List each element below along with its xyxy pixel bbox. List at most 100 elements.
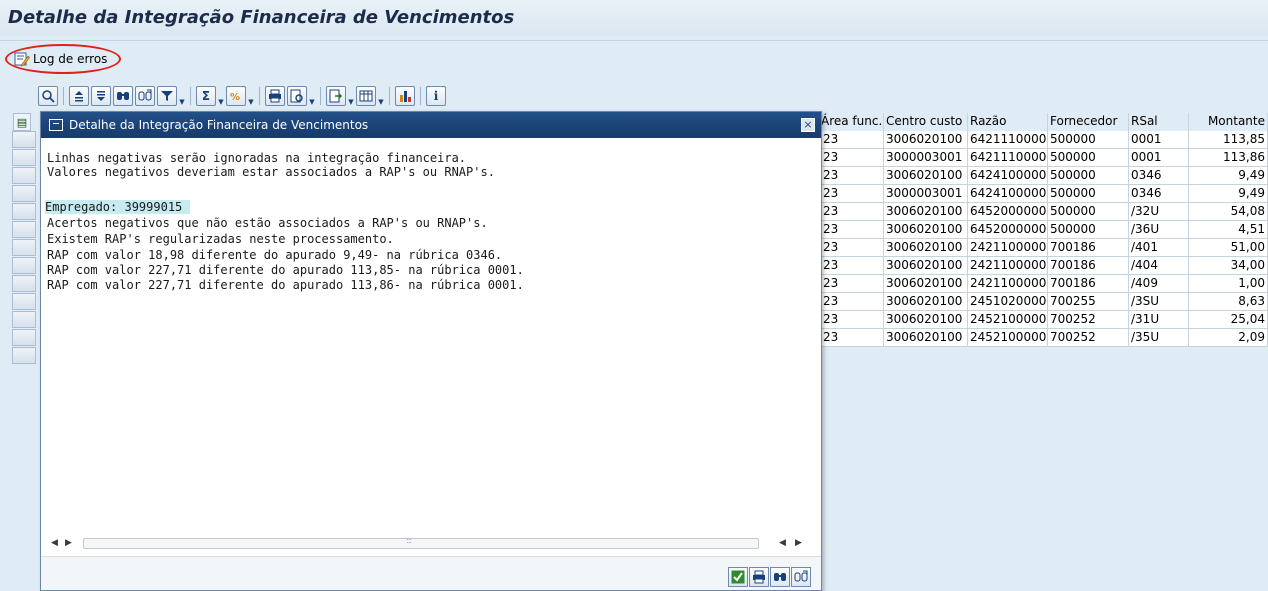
find-icon[interactable] — [770, 567, 790, 587]
table-cell[interactable]: 23 — [821, 167, 884, 185]
table-cell[interactable]: 9,49 — [1189, 185, 1268, 203]
table-cell[interactable]: 0346 — [1129, 167, 1189, 185]
table-cell[interactable]: /404 — [1129, 257, 1189, 275]
table-cell[interactable]: 500000 — [1048, 203, 1129, 221]
row-selector[interactable] — [12, 329, 36, 346]
table-cell[interactable]: 6421110000 — [968, 149, 1048, 167]
column-header[interactable]: Montante — [1189, 113, 1268, 131]
column-header[interactable]: Razão — [968, 113, 1048, 131]
table-cell[interactable]: 51,00 — [1189, 239, 1268, 257]
table-cell[interactable]: 54,08 — [1189, 203, 1268, 221]
row-selector[interactable] — [12, 221, 36, 238]
table-cell[interactable]: 3006020100 — [884, 329, 968, 347]
layout-icon[interactable] — [356, 86, 376, 106]
table-row[interactable]: 23 3006020100 2421100000 700186/404 34,00 — [821, 257, 1268, 275]
table-cell[interactable]: 3006020100 — [884, 239, 968, 257]
table-cell[interactable]: 23 — [821, 185, 884, 203]
table-row[interactable]: 23 3000003001 6424100000 500000 0346 9,49 — [821, 185, 1268, 203]
table-row[interactable]: 23 3006020100 2451020000 700255/3SU 8,63 — [821, 293, 1268, 311]
table-cell[interactable]: 23 — [821, 257, 884, 275]
table-cell[interactable]: 8,63 — [1189, 293, 1268, 311]
horizontal-scrollbar[interactable]: ◀ ▶ ::: ◀ ▶ — [45, 536, 817, 552]
scroll-right-icon[interactable]: ▶ — [65, 538, 72, 548]
table-cell[interactable]: /36U — [1129, 221, 1189, 239]
table-cell[interactable]: 2,09 — [1189, 329, 1268, 347]
table-row[interactable]: 23 3006020100 6421110000 500000 0001 113,85 — [821, 131, 1268, 149]
table-cell[interactable]: 23 — [821, 239, 884, 257]
filter-icon[interactable] — [157, 86, 177, 106]
table-cell[interactable]: 500000 — [1048, 185, 1129, 203]
row-selector[interactable] — [12, 185, 36, 202]
table-cell[interactable]: 113,85 — [1189, 131, 1268, 149]
sum-icon[interactable]: Σ — [196, 86, 216, 106]
table-cell[interactable]: /32U — [1129, 203, 1189, 221]
column-header[interactable]: Fornecedor — [1048, 113, 1129, 131]
table-cell[interactable]: 500000 — [1048, 131, 1129, 149]
table-cell[interactable]: 3006020100 — [884, 311, 968, 329]
info-icon[interactable]: i — [426, 86, 446, 106]
row-selector[interactable] — [12, 203, 36, 220]
table-cell[interactable]: 1,00 — [1189, 275, 1268, 293]
row-selector[interactable] — [12, 167, 36, 184]
find-next-icon[interactable] — [791, 567, 811, 587]
table-cell[interactable]: 23 — [821, 149, 884, 167]
table-cell[interactable]: 700252 — [1048, 329, 1129, 347]
graphic-icon[interactable] — [395, 86, 415, 106]
table-cell[interactable]: 113,86 — [1189, 149, 1268, 167]
row-selector[interactable] — [12, 131, 36, 148]
table-cell[interactable]: 0346 — [1129, 185, 1189, 203]
table-cell[interactable]: 6421110000 — [968, 131, 1048, 149]
table-cell[interactable]: 700252 — [1048, 311, 1129, 329]
export-dropdown-icon[interactable]: ▼ — [348, 86, 354, 106]
sort-descending-icon[interactable] — [91, 86, 111, 106]
table-cell[interactable]: 23 — [821, 275, 884, 293]
table-cell[interactable]: 2421100000 — [968, 257, 1048, 275]
table-row[interactable]: 23 3006020100 6452000000 500000/32U 54,08 — [821, 203, 1268, 221]
sum-dropdown-icon[interactable]: ▼ — [218, 86, 224, 106]
table-cell[interactable]: 23 — [821, 131, 884, 149]
print-icon[interactable] — [749, 567, 769, 587]
table-cell[interactable]: 23 — [821, 221, 884, 239]
log-errors-button[interactable]: Log de erros — [14, 49, 113, 69]
table-cell[interactable]: 2421100000 — [968, 275, 1048, 293]
table-cell[interactable]: 700186 — [1048, 275, 1129, 293]
table-cell[interactable]: 2451020000 — [968, 293, 1048, 311]
table-cell[interactable]: 34,00 — [1189, 257, 1268, 275]
sort-ascending-icon[interactable] — [69, 86, 89, 106]
row-selector[interactable] — [12, 257, 36, 274]
table-cell[interactable]: 500000 — [1048, 149, 1129, 167]
table-cell[interactable]: 6424100000 — [968, 167, 1048, 185]
scroll-right-icon[interactable]: ▶ — [795, 538, 802, 548]
column-header[interactable]: Área func. — [821, 113, 884, 131]
subtotal-dropdown-icon[interactable]: ▼ — [248, 86, 254, 106]
table-cell[interactable]: 6452000000 — [968, 221, 1048, 239]
column-header[interactable]: Centro custo — [884, 113, 968, 131]
dialog-title-bar[interactable]: Detalhe da Integração Financeira de Venc… — [41, 112, 821, 138]
table-row[interactable]: 23 3006020100 2452100000 700252/31U 25,04 — [821, 311, 1268, 329]
table-cell[interactable]: 23 — [821, 311, 884, 329]
table-cell[interactable]: 3006020100 — [884, 203, 968, 221]
preview-dropdown-icon[interactable]: ▼ — [309, 86, 315, 106]
row-selector[interactable] — [12, 347, 36, 364]
table-row[interactable]: 23 3006020100 2421100000 700186/409 1,00 — [821, 275, 1268, 293]
row-selector[interactable] — [12, 149, 36, 166]
table-cell[interactable]: 3006020100 — [884, 275, 968, 293]
scroll-track[interactable]: ::: — [83, 536, 759, 549]
table-cell[interactable]: 500000 — [1048, 167, 1129, 185]
table-cell[interactable]: 500000 — [1048, 221, 1129, 239]
table-cell[interactable]: 3006020100 — [884, 257, 968, 275]
table-row[interactable]: 23 3006020100 2421100000 700186/401 51,00 — [821, 239, 1268, 257]
table-row[interactable]: 23 3006020100 6424100000 500000 0346 9,49 — [821, 167, 1268, 185]
layout-dropdown-icon[interactable]: ▼ — [378, 86, 384, 106]
table-cell[interactable]: 25,04 — [1189, 311, 1268, 329]
print-preview-icon[interactable] — [287, 86, 307, 106]
table-cell[interactable]: /3SU — [1129, 293, 1189, 311]
row-selector[interactable] — [12, 311, 36, 328]
table-row[interactable]: 23 3000003001 6421110000 500000 0001 113,86 — [821, 149, 1268, 167]
confirm-icon[interactable] — [728, 567, 748, 587]
table-cell[interactable]: 23 — [821, 203, 884, 221]
column-header[interactable]: RSal — [1129, 113, 1189, 131]
table-cell[interactable]: /35U — [1129, 329, 1189, 347]
export-icon[interactable] — [326, 86, 346, 106]
row-selector[interactable] — [12, 275, 36, 292]
